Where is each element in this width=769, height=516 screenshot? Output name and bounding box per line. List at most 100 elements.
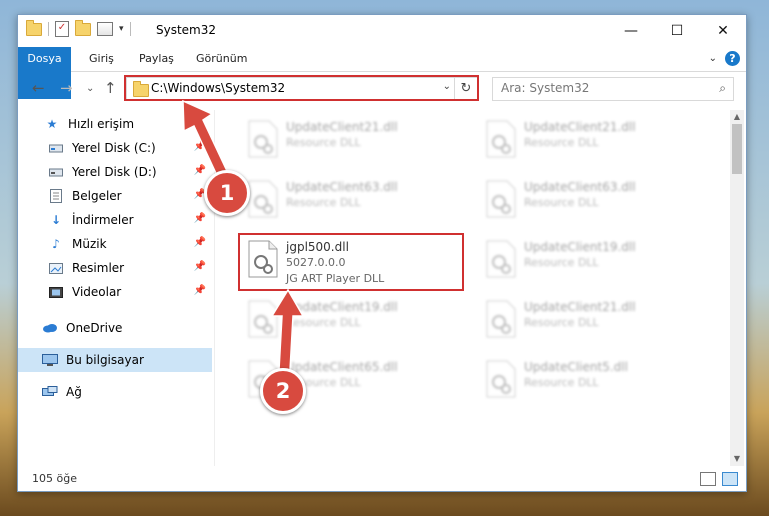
file-item[interactable]: UpdateClient21.dll Resource DLL [478,114,698,166]
sidebar-item-documents[interactable]: Belgeler 📌 [18,184,212,208]
view-toggle [700,472,738,486]
step-1-callout: 1 [204,170,250,216]
tab-share[interactable]: Paylaş [139,47,174,71]
sidebar-item-label: Resimler [72,261,125,275]
sidebar-item-local-disk-c[interactable]: Yerel Disk (C:) 📌 [18,136,212,160]
pin-icon[interactable]: 📌 [194,213,206,224]
scrollbar-thumb[interactable] [732,124,742,174]
file-description: Resource DLL [286,316,361,329]
properties-check-icon[interactable]: ✓ [55,21,69,37]
navigation-pane: ★ Hızlı erişim Yerel Disk (C:) 📌 Yerel D… [18,110,212,466]
pin-icon[interactable]: 📌 [194,237,206,248]
pin-icon[interactable]: 📌 [194,285,206,296]
vertical-scrollbar[interactable]: ▲ ▼ [730,110,744,466]
sidebar-item-this-pc[interactable]: Bu bilgisayar [18,348,212,372]
forward-button[interactable]: → [60,79,73,97]
sidebar-item-onedrive[interactable]: OneDrive [18,316,212,340]
star-icon: ★ [46,117,58,131]
title-bar: ✓ ▾ System32 — ☐ ✕ [18,15,746,47]
dll-file-icon [486,240,516,278]
videos-icon [48,285,64,299]
file-item[interactable]: UpdateClient21.dll Resource DLL [240,114,460,166]
dll-file-icon [486,180,516,218]
sidebar-item-label: İndirmeler [72,213,134,227]
file-item[interactable]: UpdateClient5.dll Resource DLL [478,354,698,406]
tab-view[interactable]: Görünüm [196,47,247,71]
file-item[interactable]: UpdateClient19.dll Resource DLL [240,294,460,346]
cloud-icon [42,321,58,335]
file-name: UpdateClient19.dll [524,240,636,254]
address-highlight-box [124,75,479,101]
file-description: Resource DLL [524,256,599,269]
file-description: Resource DLL [286,136,361,149]
file-name: UpdateClient63.dll [286,180,398,194]
file-name: UpdateClient63.dll [524,180,636,194]
file-name: UpdateClient21.dll [286,120,398,134]
ribbon-right-controls: ⌄ ? [709,51,740,66]
details-view-button[interactable] [700,472,716,486]
sidebar-item-label: Hızlı erişim [68,117,135,131]
item-count: 105 öğe [32,472,77,485]
file-item[interactable]: UpdateClient63.dll Resource DLL [240,174,460,226]
sidebar-item-label: Belgeler [72,189,122,203]
file-name: UpdateClient65.dll [286,360,398,374]
back-button[interactable]: ← [32,79,45,97]
sidebar-item-videos[interactable]: Videolar 📌 [18,280,212,304]
window-controls: — ☐ ✕ [608,15,746,47]
sidebar-item-label: Müzik [72,237,107,251]
search-icon[interactable]: ⌕ [719,81,726,96]
drive-icon [48,141,64,155]
dll-file-icon [486,120,516,158]
ribbon-expand-chevron-icon[interactable]: ⌄ [709,53,717,64]
sidebar-item-label: Bu bilgisayar [66,353,144,367]
pin-icon[interactable]: 📌 [194,165,206,176]
close-button[interactable]: ✕ [700,15,746,47]
drive-icon [48,165,64,179]
sidebar-item-label: Yerel Disk (D:) [72,165,157,179]
file-item[interactable]: UpdateClient63.dll Resource DLL [478,174,698,226]
window-title: System32 [156,23,217,37]
pin-icon[interactable]: 📌 [194,261,206,272]
sidebar-item-music[interactable]: ♪ Müzik 📌 [18,232,212,256]
customize-toolbar-icon[interactable]: ▾ [119,24,124,34]
scroll-up-button[interactable]: ▲ [730,110,744,124]
file-name: UpdateClient21.dll [524,120,636,134]
sidebar-item-label: Videolar [72,285,122,299]
properties-icon[interactable] [97,22,113,36]
pin-icon[interactable]: 📌 [194,141,206,152]
help-button[interactable]: ? [725,51,740,66]
up-button[interactable]: ↑ [104,79,117,97]
dll-file-icon [486,360,516,398]
quick-access-toolbar: ✓ ▾ [26,19,131,37]
sidebar-item-pictures[interactable]: Resimler 📌 [18,256,212,280]
navigation-bar: ← → ⌄ ↑ C:\Windows\System32 ⌄ ↻ Ara: Sys… [18,73,746,105]
sidebar-item-quick-access[interactable]: ★ Hızlı erişim [18,112,212,136]
sidebar-item-network[interactable]: Ağ [18,380,212,404]
search-input[interactable]: Ara: System32 ⌕ [492,77,734,101]
sidebar-item-downloads[interactable]: ↓ İndirmeler 📌 [18,208,212,232]
file-name: UpdateClient5.dll [524,360,628,374]
ribbon-tabs: Dosya Giriş Paylaş Görünüm ⌄ ? [18,47,746,99]
dll-file-icon [248,300,278,338]
minimize-button[interactable]: — [608,15,654,47]
sidebar-item-label: OneDrive [66,321,123,335]
file-description: Resource DLL [524,136,599,149]
sidebar-item-local-disk-d[interactable]: Yerel Disk (D:) 📌 [18,160,212,184]
folder-icon [26,19,42,36]
documents-icon [48,189,64,203]
explorer-window: ✓ ▾ System32 — ☐ ✕ Dosya Giriş Paylaş Gö… [17,14,747,492]
maximize-button[interactable]: ☐ [654,15,700,47]
tab-home[interactable]: Giriş [89,47,114,71]
file-item[interactable]: UpdateClient21.dll Resource DLL [478,294,698,346]
new-folder-icon[interactable] [75,19,91,36]
network-icon [42,385,58,399]
scroll-down-button[interactable]: ▼ [730,452,744,466]
search-placeholder: Ara: System32 [501,81,590,95]
file-item[interactable]: UpdateClient19.dll Resource DLL [478,234,698,286]
recent-locations-button[interactable]: ⌄ [86,83,94,94]
file-highlight-box [238,233,464,291]
status-bar: 105 öğe [18,467,746,491]
pane-divider[interactable] [214,110,215,466]
computer-icon [42,353,58,367]
tiles-view-button[interactable] [722,472,738,486]
